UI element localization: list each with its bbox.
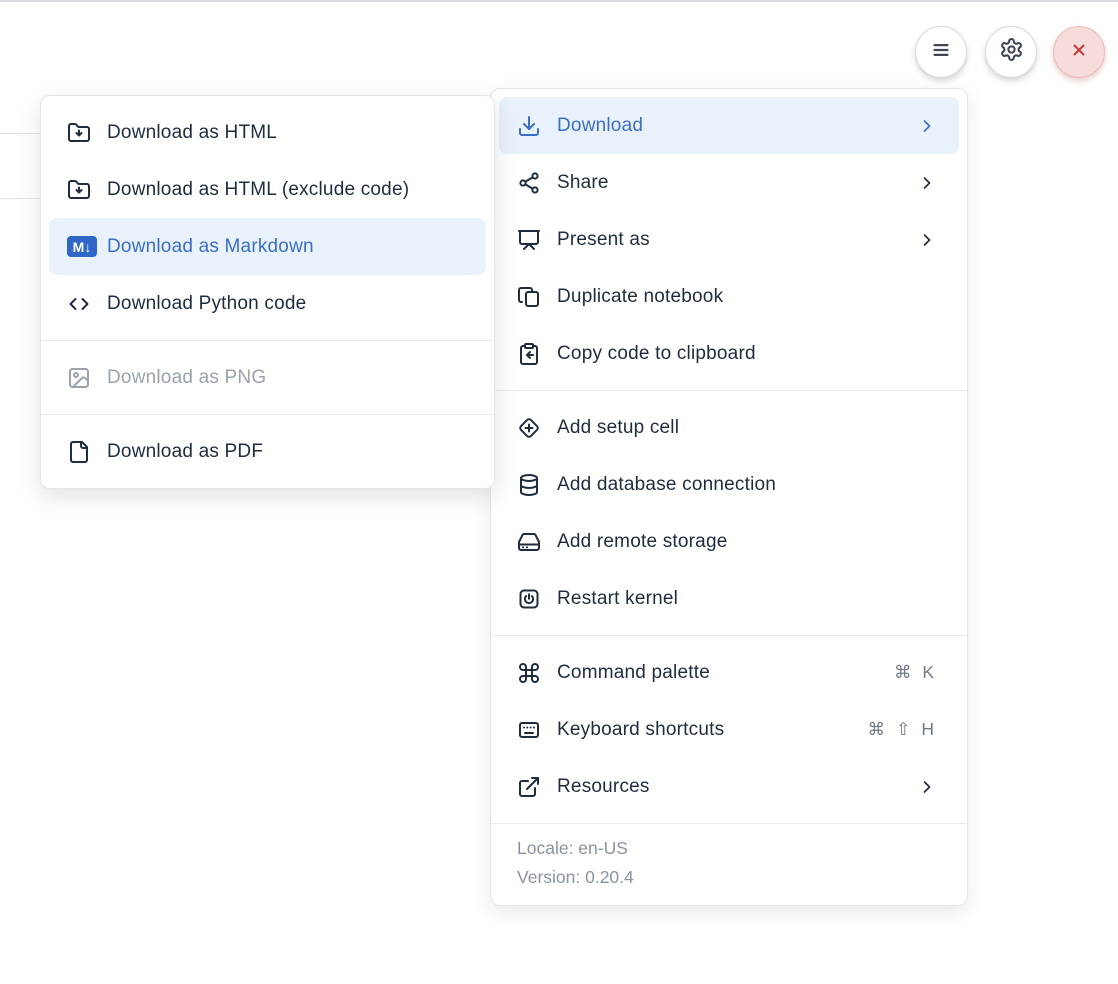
menu-item-label: Resources [557, 776, 917, 798]
clipboard-copy-icon [517, 342, 541, 366]
markdown-icon: M↓ [67, 235, 97, 259]
hard-drive-icon [517, 530, 541, 554]
locale-text: Locale: en-US [517, 834, 941, 863]
background-cell-border [0, 198, 44, 199]
background-cell-border [0, 133, 44, 134]
folder-down-icon [67, 178, 91, 202]
version-text: Version: 0.20.4 [517, 863, 941, 892]
menu-item-label: Download as HTML (exclude code) [107, 179, 464, 201]
settings-button[interactable] [985, 26, 1037, 78]
menu-item-label: Add remote storage [557, 531, 937, 553]
submenu-item-download-html-exclude-code[interactable]: Download as HTML (exclude code) [49, 161, 486, 218]
submenu-item-download-pdf[interactable]: Download as PDF [49, 423, 486, 480]
chevron-right-icon [917, 116, 937, 136]
image-icon [67, 366, 91, 390]
menu-item-label: Command palette [557, 662, 894, 684]
menu-item-label: Download as PNG [107, 367, 464, 389]
menu-item-label: Add database connection [557, 474, 937, 496]
close-icon [1067, 38, 1091, 67]
power-icon [517, 587, 541, 611]
submenu-item-download-python-code[interactable]: Download Python code [49, 275, 486, 332]
chevron-right-icon [917, 777, 937, 797]
keyboard-icon [517, 718, 541, 742]
external-link-icon [517, 775, 541, 799]
menu-item-download[interactable]: Download [499, 97, 959, 154]
menu-footer: Locale: en-US Version: 0.20.4 [491, 824, 967, 905]
command-icon [517, 661, 541, 685]
menu-item-add-database-connection[interactable]: Add database connection [499, 456, 959, 513]
submenu-group-image: Download as PNG [41, 341, 494, 414]
notebook-menu-button[interactable] [915, 26, 967, 78]
file-icon [67, 440, 91, 464]
menu-item-label: Keyboard shortcuts [557, 719, 867, 741]
menu-group-notebook-actions: Download Share Present [491, 89, 967, 390]
download-icon [517, 114, 541, 138]
code-icon [67, 292, 91, 316]
diamond-plus-icon [517, 416, 541, 440]
presentation-icon [517, 228, 541, 252]
menu-item-present-as[interactable]: Present as [499, 211, 959, 268]
submenu-item-download-markdown[interactable]: M↓ Download as Markdown [49, 218, 486, 275]
close-app-button[interactable] [1053, 26, 1105, 78]
menu-item-resources[interactable]: Resources [499, 758, 959, 815]
notebook-actions-menu: Download Share Present [490, 88, 968, 906]
share-icon [517, 171, 541, 195]
hamburger-icon [928, 37, 954, 68]
menu-item-label: Duplicate notebook [557, 286, 937, 308]
menu-item-label: Download as HTML [107, 122, 464, 144]
menu-item-keyboard-shortcuts[interactable]: Keyboard shortcuts ⌘ ⇧ H [499, 701, 959, 758]
menu-item-label: Copy code to clipboard [557, 343, 937, 365]
gear-icon [999, 37, 1024, 67]
duplicate-icon [517, 285, 541, 309]
menu-item-share[interactable]: Share [499, 154, 959, 211]
menu-item-label: Present as [557, 229, 917, 251]
menu-item-command-palette[interactable]: Command palette ⌘ K [499, 644, 959, 701]
menu-item-label: Download as Markdown [107, 236, 464, 258]
menu-item-label: Share [557, 172, 917, 194]
chevron-right-icon [917, 173, 937, 193]
app-root: { "colors": { "accent_blue": "#3a6fc6", … [0, 0, 1118, 984]
submenu-item-download-html[interactable]: Download as HTML [49, 104, 486, 161]
submenu-group-documents: Download as HTML Download as HTML (exclu… [41, 96, 494, 340]
menu-item-add-setup-cell[interactable]: Add setup cell [499, 399, 959, 456]
menu-item-label: Download as PDF [107, 441, 464, 463]
database-icon [517, 473, 541, 497]
shortcut-hint: ⌘ ⇧ H [867, 719, 937, 740]
menu-item-copy-code[interactable]: Copy code to clipboard [499, 325, 959, 382]
download-submenu: Download as HTML Download as HTML (exclu… [40, 95, 495, 489]
menu-item-label: Restart kernel [557, 588, 937, 610]
shortcut-hint: ⌘ K [894, 662, 937, 683]
menu-group-help: Command palette ⌘ K Keyboard shortcuts ⌘… [491, 636, 967, 823]
menu-item-label: Download Python code [107, 293, 464, 315]
menu-item-label: Download [557, 115, 917, 137]
markdown-badge: M↓ [67, 236, 97, 257]
menu-group-kernel-actions: Add setup cell Add database connection [491, 391, 967, 635]
submenu-item-download-png: Download as PNG [49, 349, 486, 406]
chevron-right-icon [917, 230, 937, 250]
folder-down-icon [67, 121, 91, 145]
menu-item-add-remote-storage[interactable]: Add remote storage [499, 513, 959, 570]
menu-item-label: Add setup cell [557, 417, 937, 439]
page-top-border [0, 0, 1118, 2]
menu-item-duplicate-notebook[interactable]: Duplicate notebook [499, 268, 959, 325]
submenu-group-pdf: Download as PDF [41, 415, 494, 488]
menu-item-restart-kernel[interactable]: Restart kernel [499, 570, 959, 627]
